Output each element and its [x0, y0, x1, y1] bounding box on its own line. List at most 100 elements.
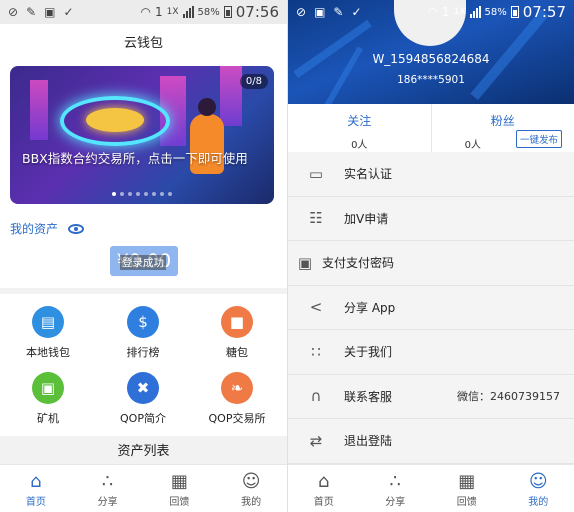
battery-percent: 58%: [197, 6, 220, 18]
menu-item-real-name[interactable]: ▭ 实名认证: [288, 152, 574, 197]
status-bar: ⊘ ▣ ✎ ✓ ◠ 1 1X 58% 07:57: [288, 0, 574, 24]
check-icon: ✓: [351, 5, 362, 19]
grid-item-label: QOP交易所: [208, 412, 266, 425]
grid-item-ranking[interactable]: $ 排行榜: [98, 306, 188, 360]
banner-building: [30, 80, 48, 140]
my-assets-row: 我的资产: [10, 220, 85, 237]
basket-icon: ▤: [32, 306, 64, 338]
user-icon: ☺: [241, 471, 261, 492]
battery-icon: [510, 6, 519, 18]
bottom-tab-bar: ⌂ 首页 ∴ 分享 ▦ 回馈 ☺ 我的: [288, 464, 574, 512]
sim-badge: 1: [441, 5, 450, 19]
following-label: 关注: [347, 114, 372, 128]
following-stat[interactable]: 关注 0人: [288, 104, 431, 152]
id-card-icon: ▭: [308, 164, 324, 183]
signal-icon: [469, 6, 481, 18]
bottom-tab-bar: ⌂ 首页 ∴ 分享 ▦ 回馈 ☺ 我的: [0, 464, 287, 512]
check-icon: ✓: [63, 5, 74, 19]
tab-mine[interactable]: ☺ 我的: [503, 465, 574, 512]
tab-share[interactable]: ∴ 分享: [72, 465, 144, 512]
menu-item-share-app[interactable]: < 分享 App: [288, 286, 574, 330]
tools-icon: ✖: [127, 372, 159, 404]
tab-label: 回馈: [169, 497, 190, 508]
banner-pager[interactable]: [10, 192, 274, 196]
grid-item-qop-exchange[interactable]: ❧ QOP交易所: [192, 372, 282, 426]
home-icon: ⌂: [30, 471, 42, 492]
eye-icon[interactable]: [68, 223, 85, 234]
tab-feedback[interactable]: ▦ 回馈: [144, 465, 216, 512]
grid-item-candy[interactable]: ■ 糖包: [192, 306, 282, 360]
wifi-icon: ◠: [140, 5, 151, 19]
grid-item-label: 本地钱包: [26, 346, 70, 359]
grid-item-label: 矿机: [37, 412, 59, 425]
grid-item-label: 糖包: [226, 346, 248, 359]
gift-icon: ▦: [170, 471, 188, 492]
wechat-id: 微信：2460739157: [457, 390, 560, 404]
top-section: 0/8 BBX指数合约交易所，点击一下即可使用 我的资产 ¥0.00 登录成功: [0, 64, 287, 288]
pen-icon: ✎: [26, 5, 37, 19]
menu-item-label: 联系客服: [344, 389, 393, 404]
status-bar: ⊘ ✎ ▣ ✓ ◠ 1 1X 58% 07:56: [0, 0, 287, 24]
banner-coin: [86, 108, 144, 132]
menu-item-v-apply[interactable]: ☷ 加V申请: [288, 197, 574, 241]
grid-item-miner[interactable]: ▣ 矿机: [3, 372, 93, 426]
headset-icon: ∩: [310, 387, 322, 406]
banner-building: [220, 66, 242, 126]
clock: 07:56: [235, 3, 279, 21]
profile-menu: ▭ 实名认证 ☷ 加V申请 ▣ 支付支付密码 < 分享 App ∷ 关于我们 ∩…: [288, 152, 574, 464]
network-type: 1X: [453, 7, 466, 17]
wifi-icon: ◠: [427, 5, 438, 19]
image-icon: ▣: [314, 5, 326, 19]
wallet-screen: ⊘ ✎ ▣ ✓ ◠ 1 1X 58% 07:56 云钱包 0/8 BBX指数合约…: [0, 0, 287, 512]
fans-stat[interactable]: 粉丝 0人 一键发布: [430, 104, 574, 152]
menu-item-label: 关于我们: [344, 345, 393, 360]
image-icon: ▣: [44, 5, 56, 19]
menu-item-logout[interactable]: ⇄ 退出登陆: [288, 419, 574, 464]
swap-icon: ⇄: [309, 431, 323, 450]
grid-icon: ∷: [311, 342, 321, 361]
menu-item-about[interactable]: ∷ 关于我们: [288, 330, 574, 375]
menu-item-support[interactable]: ∩ 联系客服 微信：2460739157: [288, 375, 574, 419]
user-icon: ☺: [528, 471, 548, 492]
tab-label: 我的: [241, 497, 262, 508]
tab-label: 分享: [385, 497, 406, 508]
tab-label: 首页: [25, 497, 46, 508]
tab-feedback[interactable]: ▦ 回馈: [431, 465, 503, 512]
tab-home[interactable]: ⌂ 首页: [288, 465, 360, 512]
sim-badge: 1: [154, 5, 163, 19]
bone-icon: ❧: [221, 372, 253, 404]
menu-item-label: 支付支付密码: [322, 256, 395, 271]
publish-button[interactable]: 一键发布: [515, 130, 562, 148]
banner-counter: 0/8: [239, 74, 268, 89]
follow-stats: 关注 0人 粉丝 0人 一键发布: [288, 104, 574, 152]
pen-icon: ✎: [333, 5, 344, 19]
menu-item-label: 加V申请: [344, 211, 389, 226]
network-type: 1X: [166, 7, 179, 17]
tab-share[interactable]: ∴ 分享: [360, 465, 432, 512]
login-toast: 登录成功: [120, 255, 166, 270]
fans-label: 粉丝: [490, 114, 515, 128]
grid-item-local-wallet[interactable]: ▤ 本地钱包: [3, 306, 93, 360]
mute-icon: ⊘: [296, 5, 307, 19]
feature-grid: ▤ 本地钱包 $ 排行榜 ■ 糖包 ▣ 矿机 ✖ QOP简介 ❧ QOP交易所: [0, 294, 287, 436]
share-icon: ∴: [101, 471, 114, 492]
lock-icon: ▣: [297, 253, 313, 272]
page-title: 云钱包: [0, 24, 287, 64]
tab-home[interactable]: ⌂ 首页: [0, 465, 72, 512]
profile-screen: W_1594856824684 186****5901 ⊘ ▣ ✎ ✓ ◠ 1 …: [288, 0, 574, 512]
grid-item-label: QOP简介: [120, 412, 166, 425]
menu-item-label: 实名认证: [344, 167, 393, 182]
menu-item-label: 分享 App: [344, 300, 396, 315]
tab-mine[interactable]: ☺ 我的: [215, 465, 287, 512]
grid-item-qop-intro[interactable]: ✖ QOP简介: [98, 372, 188, 426]
menu-item-pay-password[interactable]: ▣ 支付支付密码: [288, 241, 574, 286]
dollar-coin-icon: $: [127, 306, 159, 338]
battery-percent: 58%: [484, 6, 507, 18]
mute-icon: ⊘: [8, 5, 19, 19]
battery-icon: [223, 6, 232, 18]
gift-icon: ▦: [458, 471, 476, 492]
grid-item-label: 排行榜: [126, 346, 160, 359]
share-icon: <: [309, 298, 323, 317]
share-icon: ∴: [389, 471, 401, 492]
promo-banner[interactable]: 0/8 BBX指数合约交易所，点击一下即可使用: [10, 66, 274, 204]
